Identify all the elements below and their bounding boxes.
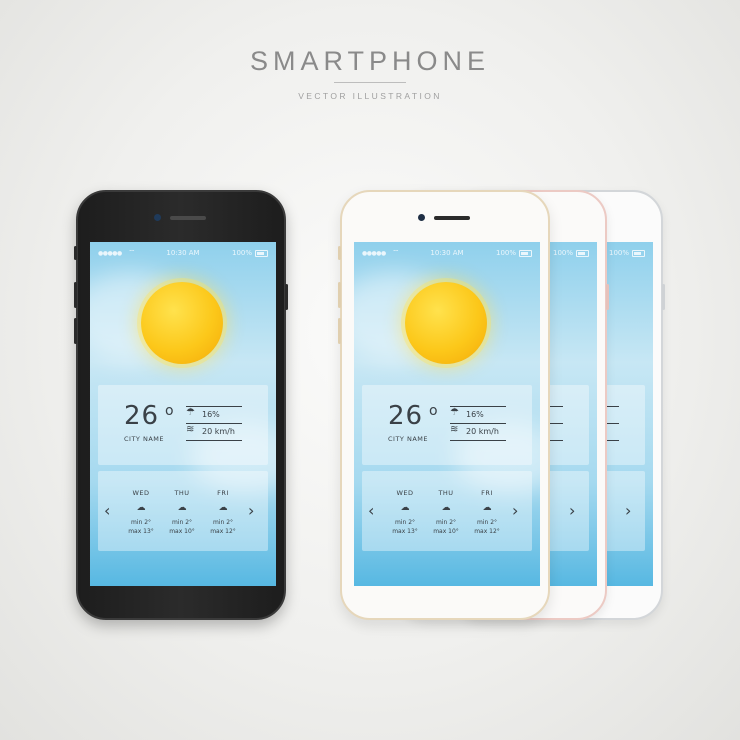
title-divider <box>334 82 406 83</box>
cloud-icon: ☁ <box>136 503 146 513</box>
status-bar: ●●●●● ⌔ 10:30 AM 100% <box>362 248 532 260</box>
next-arrow-icon[interactable]: › <box>248 501 254 520</box>
power-button <box>662 284 665 310</box>
current-weather-card: 26 o CITY NAME ☂ 16% ≋ 20 km/h <box>362 385 532 465</box>
rain-cloud-icon: ☁ <box>218 503 228 513</box>
day-name: FRI <box>481 489 493 497</box>
cloud-icon: ☁ <box>400 503 410 513</box>
phone-gold: ●●●●● ⌔ 10:30 AM 100% 26 o CITY NAME ☂ 1… <box>338 190 550 620</box>
forecast-card: ‹ WED ☁ min 2° max 13° THU ☁ min 2° max … <box>98 471 268 551</box>
battery-percent: 100% <box>495 249 516 257</box>
umbrella-icon: ☂ <box>186 407 195 418</box>
day-name: WED <box>132 489 150 497</box>
degree-symbol: o <box>165 403 174 419</box>
day-min: min 2° <box>435 519 457 526</box>
phone-black: ●●●●● ⌔ 10:30 AM 100% 26 o CITY NAME ☂ 1… <box>74 190 288 620</box>
city-name: CITY NAME <box>124 435 164 443</box>
humidity-value: 16% <box>466 410 484 419</box>
earpiece-speaker <box>170 216 206 220</box>
divider <box>186 440 242 441</box>
temperature: 26 <box>388 401 424 431</box>
day-name: THU <box>438 489 454 497</box>
rain-cloud-icon: ☁ <box>441 503 451 513</box>
rain-cloud-icon: ☁ <box>482 503 492 513</box>
day-min: min 2° <box>130 519 152 526</box>
next-arrow-icon[interactable]: › <box>512 501 518 520</box>
wind-icon: ≋ <box>450 424 459 435</box>
prev-arrow-icon[interactable]: ‹ <box>368 501 374 520</box>
humidity-value: 16% <box>202 410 220 419</box>
volume-down-button <box>74 318 77 344</box>
next-arrow-icon[interactable]: › <box>569 501 575 520</box>
battery-icon <box>632 250 645 257</box>
temperature: 26 <box>124 401 160 431</box>
illustration-title: SMARTPHONE <box>249 46 491 76</box>
divider <box>186 423 242 424</box>
day-min: min 2° <box>171 519 193 526</box>
volume-up-button <box>338 282 341 308</box>
day-max: max 12° <box>474 528 500 535</box>
day-max: max 10° <box>433 528 459 535</box>
wind-value: 20 km/h <box>466 427 499 436</box>
illustration-subtitle: VECTOR ILLUSTRATION <box>298 91 442 101</box>
day-name: FRI <box>217 489 229 497</box>
current-weather-card: 26 o CITY NAME ☂ 16% ≋ 20 km/h <box>98 385 268 465</box>
day-name: WED <box>396 489 414 497</box>
degree-symbol: o <box>429 403 438 419</box>
battery-percent: 100% <box>552 249 573 257</box>
city-name: CITY NAME <box>388 435 428 443</box>
day-min: min 2° <box>476 519 498 526</box>
sun-icon <box>405 282 487 364</box>
power-button <box>606 284 609 310</box>
battery-icon <box>576 250 589 257</box>
mute-switch <box>338 246 341 260</box>
day-max: max 13° <box>392 528 418 535</box>
day-max: max 12° <box>210 528 236 535</box>
phone-screen: ●●●●● ⌔ 10:30 AM 100% 26 o CITY NAME ☂ 1… <box>90 242 276 586</box>
day-max: max 10° <box>169 528 195 535</box>
volume-down-button <box>338 318 341 344</box>
battery-icon <box>255 250 268 257</box>
divider <box>450 440 506 441</box>
battery-percent: 100% <box>231 249 252 257</box>
earpiece-speaker <box>434 216 470 220</box>
divider <box>450 423 506 424</box>
wind-icon: ≋ <box>186 424 195 435</box>
front-camera <box>418 214 425 221</box>
battery-icon <box>519 250 532 257</box>
prev-arrow-icon[interactable]: ‹ <box>104 501 110 520</box>
day-min: min 2° <box>212 519 234 526</box>
wind-value: 20 km/h <box>202 427 235 436</box>
next-arrow-icon[interactable]: › <box>625 501 631 520</box>
rain-cloud-icon: ☁ <box>177 503 187 513</box>
phone-screen: ●●●●● ⌔ 10:30 AM 100% 26 o CITY NAME ☂ 1… <box>354 242 540 586</box>
battery-percent: 100% <box>608 249 629 257</box>
power-button <box>285 284 288 310</box>
sun-icon <box>141 282 223 364</box>
day-max: max 13° <box>128 528 154 535</box>
forecast-card: ‹ WED ☁ min 2° max 13° THU ☁ min 2° max … <box>362 471 532 551</box>
umbrella-icon: ☂ <box>450 407 459 418</box>
status-bar: ●●●●● ⌔ 10:30 AM 100% <box>98 248 268 260</box>
day-min: min 2° <box>394 519 416 526</box>
front-camera <box>154 214 161 221</box>
day-name: THU <box>174 489 190 497</box>
volume-up-button <box>74 282 77 308</box>
mute-switch <box>74 246 77 260</box>
